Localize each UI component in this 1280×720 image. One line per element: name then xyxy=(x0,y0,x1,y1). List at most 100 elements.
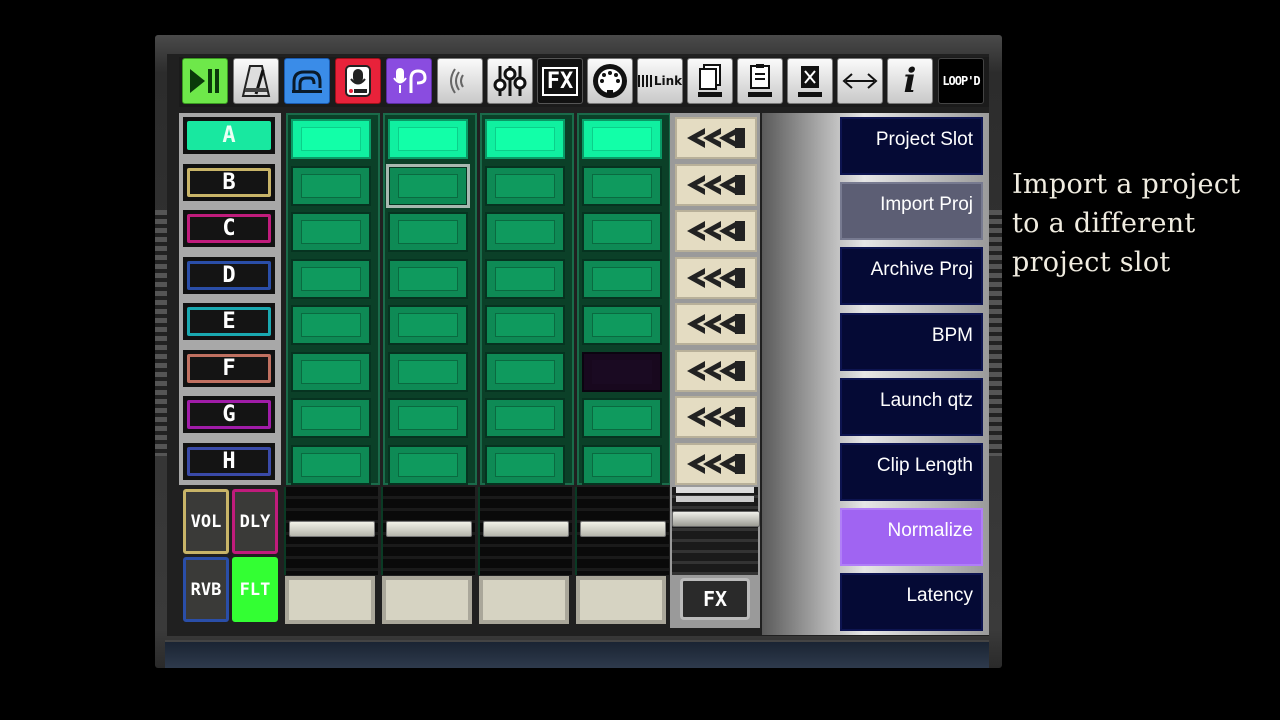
input-monitor-button[interactable] xyxy=(386,58,432,104)
track-volume-fader[interactable] xyxy=(289,521,375,537)
menu-item-archive-proj[interactable]: Archive Proj xyxy=(840,247,983,306)
clip-slot[interactable] xyxy=(582,258,662,299)
scene-launch-button[interactable] xyxy=(675,442,757,485)
scene-button-d[interactable]: D xyxy=(183,256,275,294)
copy-button[interactable] xyxy=(687,58,733,104)
menu-item-import-proj[interactable]: Import Proj xyxy=(840,182,983,241)
metronome-button[interactable] xyxy=(233,58,279,104)
clip-slot[interactable] xyxy=(388,398,468,438)
caption-line: to a different xyxy=(1012,208,1196,239)
clip-slot[interactable] xyxy=(388,305,468,345)
record-button[interactable] xyxy=(335,58,381,104)
clip-pad xyxy=(495,313,555,337)
scene-launch-button[interactable] xyxy=(675,349,757,392)
flt-send-button[interactable]: FLT xyxy=(232,557,278,622)
scene-label: H xyxy=(187,446,271,476)
clip-slot[interactable] xyxy=(291,212,371,252)
scene-launch-button[interactable] xyxy=(675,256,757,299)
menu-item-project-slot[interactable]: Project Slot xyxy=(840,117,983,175)
record-microphone-icon xyxy=(343,64,373,98)
clip-pad xyxy=(398,173,458,198)
scene-button-c[interactable]: C xyxy=(183,210,275,247)
clip-slot[interactable] xyxy=(485,398,565,438)
swap-button[interactable] xyxy=(837,58,883,104)
track-stop-button[interactable] xyxy=(285,576,375,624)
vol-send-button[interactable]: VOL xyxy=(183,489,229,554)
clip-slot[interactable] xyxy=(291,351,371,392)
clip-slot[interactable] xyxy=(485,444,565,485)
track-volume-fader[interactable] xyxy=(483,521,569,537)
audio-wave-button[interactable] xyxy=(437,58,483,104)
track-volume-fader[interactable] xyxy=(580,521,666,537)
clip-slot[interactable] xyxy=(291,444,371,485)
scene-button-h[interactable]: H xyxy=(183,442,275,480)
clip-slot[interactable] xyxy=(291,398,371,438)
clip-slot[interactable] xyxy=(582,305,662,345)
clip-slot[interactable] xyxy=(386,163,470,208)
menu-item-launch-qtz[interactable]: Launch qtz xyxy=(840,377,983,436)
scene-launch-button[interactable] xyxy=(675,303,757,345)
scene-launch-arrows-icon xyxy=(687,360,745,381)
clip-slot[interactable] xyxy=(388,444,468,485)
clip-slot[interactable] xyxy=(485,305,565,345)
scene-button-f[interactable]: F xyxy=(183,349,275,387)
rvb-send-button[interactable]: RVB xyxy=(183,557,229,622)
info-button[interactable]: i xyxy=(887,58,933,104)
clip-pad xyxy=(398,359,458,384)
midi-port-icon xyxy=(591,62,629,100)
clip-slot[interactable] xyxy=(582,119,662,159)
scene-launch-arrows-icon xyxy=(687,314,745,334)
menu-item-normalize[interactable]: Normalize xyxy=(840,508,983,567)
menu-item-bpm[interactable]: BPM xyxy=(840,312,983,371)
scene-launch-button[interactable] xyxy=(675,396,757,438)
clip-slot[interactable] xyxy=(291,119,371,159)
link-button[interactable]: Link xyxy=(637,58,683,104)
clip-slot[interactable] xyxy=(388,351,468,392)
master-fader[interactable] xyxy=(672,511,760,527)
clip-slot[interactable] xyxy=(485,212,565,252)
paste-button[interactable] xyxy=(737,58,783,104)
scene-button-b[interactable]: B xyxy=(183,163,275,201)
scene-button-e[interactable]: E xyxy=(183,303,275,340)
dly-send-button[interactable]: DLY xyxy=(232,489,278,554)
scene-launch-button[interactable] xyxy=(675,117,757,159)
clip-slot[interactable] xyxy=(582,165,662,206)
midi-button[interactable] xyxy=(587,58,633,104)
scene-button-g[interactable]: G xyxy=(183,396,275,433)
track-mixer xyxy=(478,487,572,575)
scene-launch-arrows-icon xyxy=(687,174,745,195)
audio-wave-icon xyxy=(445,66,475,96)
delete-icon xyxy=(795,63,825,99)
scene-button-a[interactable]: A xyxy=(183,117,275,154)
scene-launch-button[interactable] xyxy=(675,210,757,252)
delete-button[interactable] xyxy=(787,58,833,104)
clip-slot[interactable] xyxy=(582,398,662,438)
master-fx-button[interactable]: FX xyxy=(680,578,750,620)
menu-item-latency[interactable]: Latency xyxy=(840,573,983,632)
clip-slot[interactable] xyxy=(485,351,565,392)
clip-slot[interactable] xyxy=(485,258,565,299)
mixer-button[interactable] xyxy=(487,58,533,104)
track-stop-button[interactable] xyxy=(382,576,472,624)
menu-item-clip-length[interactable]: Clip Length xyxy=(840,443,983,501)
loop-back-button[interactable] xyxy=(284,58,330,104)
clip-slot[interactable] xyxy=(291,305,371,345)
track-stop-button[interactable] xyxy=(479,576,569,624)
clip-slot[interactable] xyxy=(388,212,468,252)
clip-slot[interactable] xyxy=(485,165,565,206)
play-pause-button[interactable] xyxy=(182,58,228,104)
track-stop-button[interactable] xyxy=(576,576,666,624)
clip-slot[interactable] xyxy=(485,119,565,159)
clip-slot[interactable] xyxy=(291,258,371,299)
scene-label: C xyxy=(187,214,271,243)
empty-clip-slot[interactable] xyxy=(582,351,662,392)
clip-slot[interactable] xyxy=(291,165,371,206)
clip-slot[interactable] xyxy=(582,444,662,485)
clip-slot[interactable] xyxy=(388,119,468,159)
clip-slot[interactable] xyxy=(388,258,468,299)
track-volume-fader[interactable] xyxy=(386,521,472,537)
flt-label: FLT xyxy=(239,579,271,600)
clip-slot[interactable] xyxy=(582,212,662,252)
scene-launch-button[interactable] xyxy=(675,163,757,206)
fx-button[interactable]: FX xyxy=(537,58,583,104)
